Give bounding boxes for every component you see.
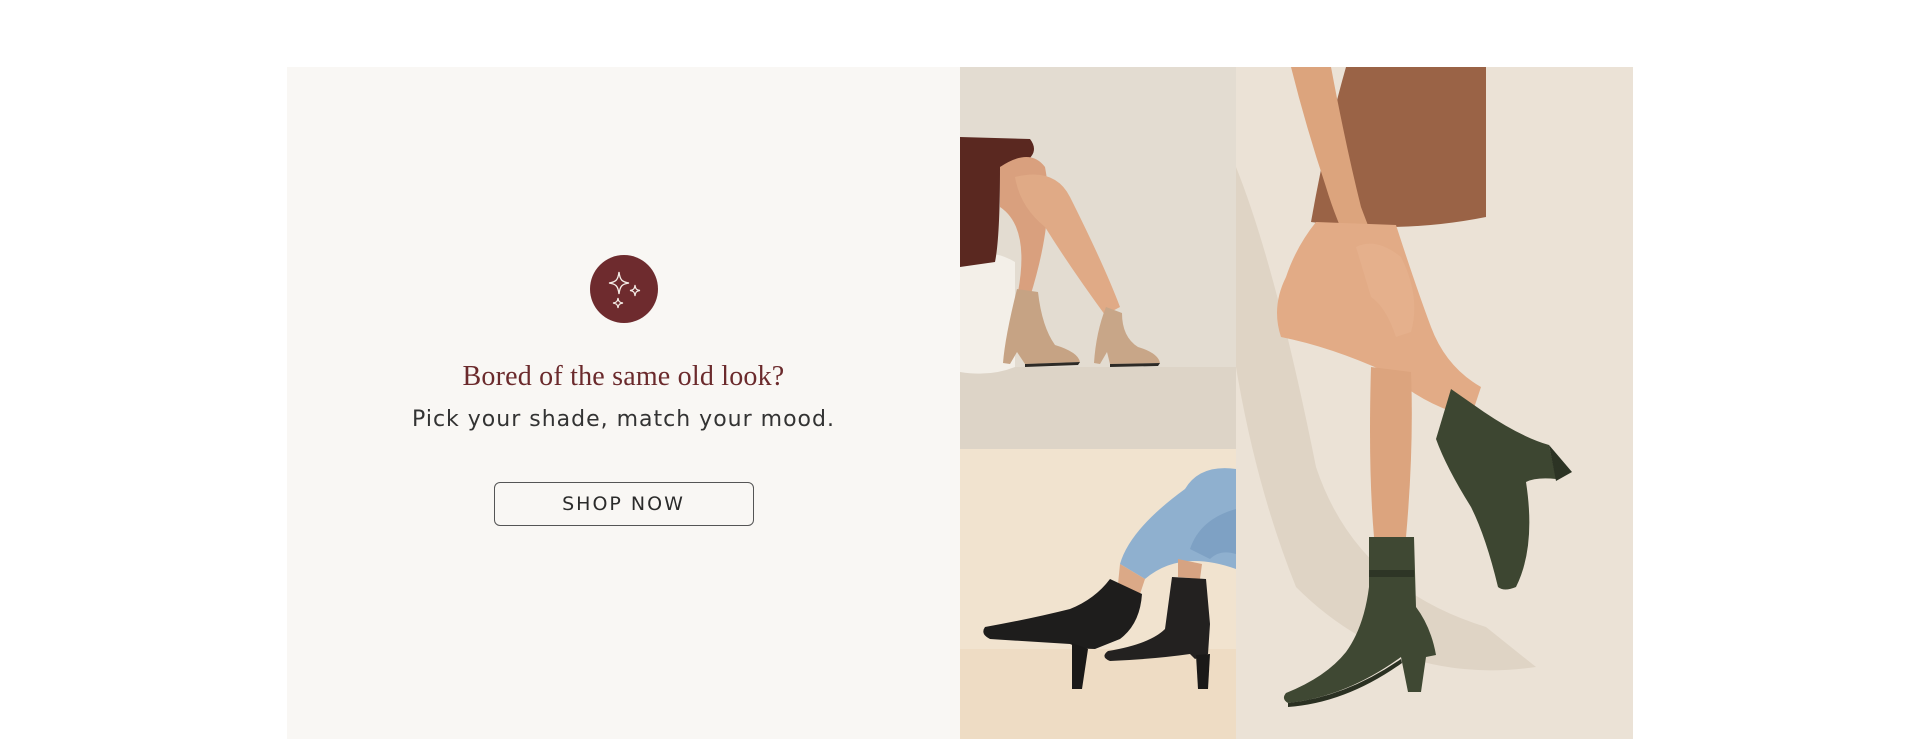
black-ankle-boots-photo[interactable] <box>960 449 1236 739</box>
shop-now-button[interactable]: SHOP NOW <box>493 482 754 526</box>
promo-content: Bored of the same old look? Pick your sh… <box>287 255 960 526</box>
promo-subline: Pick your shade, match your mood. <box>412 407 835 432</box>
promo-headline: Bored of the same old look? <box>462 361 785 392</box>
promo-panel: Bored of the same old look? Pick your sh… <box>287 67 960 739</box>
sparkles-icon <box>589 255 658 323</box>
product-photo-grid <box>960 67 1633 739</box>
beige-ankle-boots-photo[interactable] <box>960 67 1236 449</box>
olive-green-ankle-boots-photo[interactable] <box>1236 67 1633 739</box>
promo-banner: Bored of the same old look? Pick your sh… <box>287 67 1633 739</box>
photo-column-left <box>960 67 1236 739</box>
